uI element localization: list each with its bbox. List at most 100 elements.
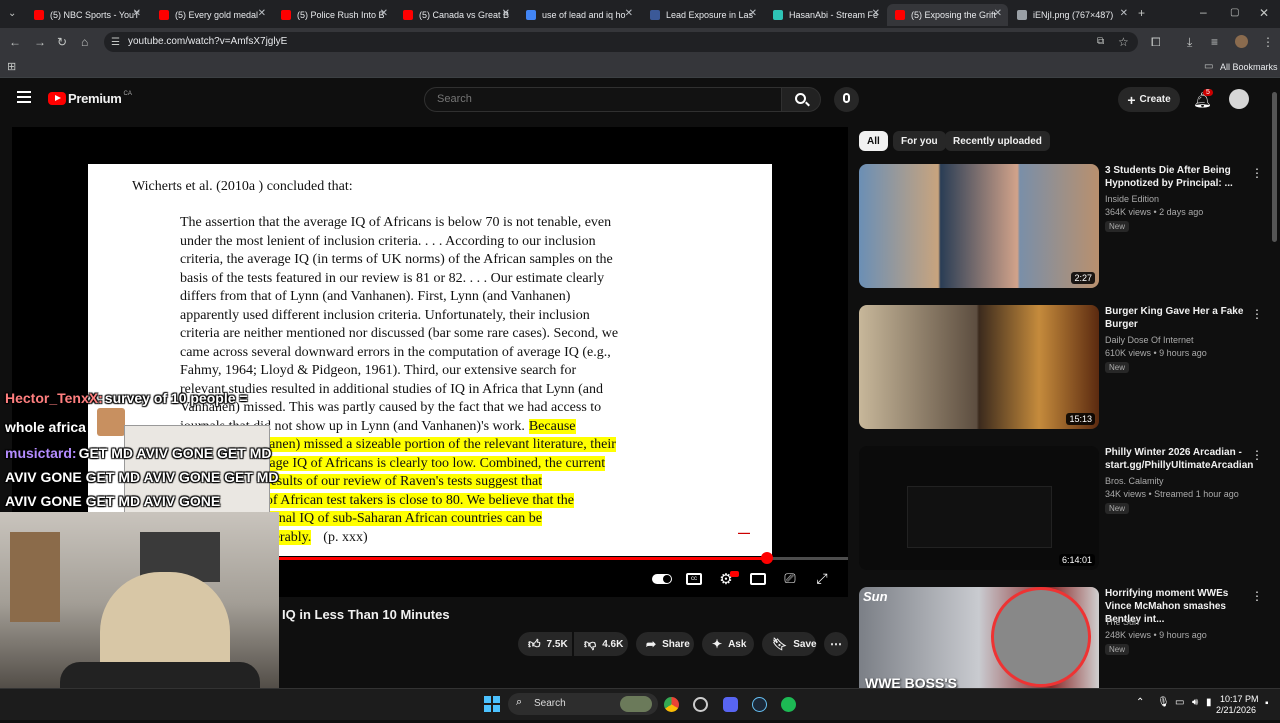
more-actions-button[interactable]: ⋯ — [824, 632, 848, 656]
tray-overflow-icon[interactable]: ⌃ — [1136, 697, 1144, 708]
windows-start-icon[interactable] — [484, 696, 500, 712]
dislike-button[interactable]: 👎︎ 4.6K — [574, 632, 628, 656]
video-menu-icon[interactable]: ⋮ — [1251, 307, 1263, 321]
notification-center-icon[interactable]: ▪ — [1265, 698, 1269, 709]
clock-time[interactable]: 10:17 PM — [1220, 694, 1259, 704]
browser-menu-icon[interactable]: ⋮ — [1262, 36, 1274, 48]
chrome-taskbar-icon[interactable] — [664, 697, 679, 712]
browser-tab[interactable]: HasanAbi - Stream Fe ✕ — [765, 4, 886, 26]
chip-recently-uploaded[interactable]: Recently uploaded — [945, 131, 1050, 151]
battery-tray-icon[interactable]: ▮ — [1206, 697, 1212, 708]
reading-list-icon[interactable]: ≡ — [1211, 36, 1218, 48]
recommended-video-title[interactable]: Philly Winter 2026 Arcadian - start.gg/P… — [1105, 446, 1253, 472]
all-bookmarks-label[interactable]: All Bookmarks — [1220, 62, 1278, 72]
voice-search-button[interactable] — [834, 87, 859, 112]
create-button[interactable]: + Create — [1118, 87, 1180, 112]
site-info-icon[interactable]: ☰ — [111, 37, 120, 49]
tab-close-icon[interactable]: ✕ — [380, 8, 388, 19]
account-avatar[interactable] — [1229, 89, 1249, 109]
clock-date[interactable]: 2/21/2026 — [1216, 705, 1256, 715]
forward-icon[interactable]: → — [34, 36, 46, 48]
volume-tray-icon[interactable]: 🔊︎ — [1192, 697, 1198, 708]
tab-close-icon[interactable]: ✕ — [749, 8, 757, 19]
ask-button[interactable]: ✦ Ask — [702, 632, 754, 656]
extensions-icon[interactable]: ⧠ — [1151, 36, 1161, 48]
tab-close-icon[interactable]: ✕ — [625, 8, 633, 19]
channel-name[interactable]: Inside Edition — [1105, 194, 1159, 204]
browser-tab[interactable]: (5) Every gold medal ✕ — [151, 4, 272, 26]
steam-taskbar-icon[interactable] — [752, 697, 767, 712]
profile-avatar[interactable] — [1235, 35, 1248, 48]
tab-search-icon[interactable]: ⌄ — [8, 8, 16, 20]
recommended-video[interactable]: 15:13 Burger King Gave Her a Fake Burger D… — [859, 305, 1269, 441]
recommended-video[interactable]: 2:27 3 Students Die After Being Hypnotize… — [859, 164, 1269, 300]
browser-tab[interactable]: Lead Exposure in Las ✕ — [642, 4, 763, 26]
tab-close-icon[interactable]: ✕ — [1120, 8, 1128, 19]
video-thumbnail[interactable]: 2:27 — [859, 164, 1099, 288]
youtube-logo[interactable]: Premium CA — [48, 91, 132, 106]
tab-close-icon[interactable]: ✕ — [502, 8, 510, 19]
slide-line: Fahmy, 1964; Lloyd & Pidgeon, 1961). Thi… — [180, 362, 700, 381]
app-taskbar-icon[interactable] — [693, 697, 708, 712]
search-box[interactable] — [424, 87, 782, 112]
video-menu-icon[interactable]: ⋮ — [1251, 166, 1263, 180]
chat-username: Hector_TenxX: — [5, 390, 103, 406]
browser-tab[interactable]: (5) Canada vs Great B ✕ — [395, 4, 516, 26]
apps-grid-icon[interactable]: ⊞ — [7, 61, 16, 73]
download-icon[interactable]: ⤓ — [1187, 36, 1192, 48]
browser-tab[interactable]: iENjI.png (767×487) ✕ — [1009, 4, 1134, 26]
home-icon[interactable]: ⌂ — [81, 36, 88, 48]
thumbs-up-icon: 👍︎ — [528, 636, 541, 651]
tab-close-icon[interactable]: ✕ — [994, 8, 1002, 19]
close-window-icon[interactable]: ✕ — [1259, 7, 1269, 19]
video-menu-icon[interactable]: ⋮ — [1251, 448, 1263, 462]
browser-tab[interactable]: (5) Police Rush Into B ✕ — [273, 4, 394, 26]
video-thumbnail[interactable]: 6:14:01 — [859, 446, 1099, 570]
browser-tab[interactable]: (5) Exposing the Grift ✕ — [887, 4, 1008, 26]
browser-tab[interactable]: (5) NBC Sports - YouT ✕ — [26, 4, 147, 26]
recommended-video[interactable]: 6:14:01 Philly Winter 2026 Arcadian - sta… — [859, 446, 1269, 582]
search-input[interactable] — [437, 93, 767, 105]
discord-taskbar-icon[interactable] — [723, 697, 738, 712]
chip-all[interactable]: All — [859, 131, 888, 151]
like-button[interactable]: 👍︎ 7.5K — [518, 632, 572, 656]
share-button[interactable]: ➦ Share — [636, 632, 694, 656]
bookmark-star-icon[interactable]: ☆ — [1118, 36, 1129, 48]
page-scrollbar[interactable] — [1272, 88, 1277, 678]
fullscreen-icon[interactable]: ⤢ — [812, 570, 832, 588]
hamburger-menu-icon[interactable] — [17, 91, 31, 103]
slide-line: under the most lenient of inclusion crit… — [180, 233, 700, 252]
video-thumbnail[interactable]: 15:13 — [859, 305, 1099, 429]
subtitles-icon[interactable]: cc — [684, 570, 704, 588]
reload-icon[interactable]: ↻ — [57, 36, 67, 48]
recommended-video-title[interactable]: Burger King Gave Her a Fake Burger — [1105, 305, 1245, 331]
install-app-icon[interactable]: ⧉ — [1097, 36, 1104, 48]
autoplay-toggle[interactable] — [652, 570, 672, 588]
new-tab-icon[interactable]: + — [1138, 7, 1145, 19]
minimize-icon[interactable]: – — [1200, 6, 1207, 18]
url-text[interactable]: youtube.com/watch?v=AmfsX7jglyE — [128, 36, 287, 47]
browser-tab[interactable]: use of lead and iq ho ✕ — [518, 4, 639, 26]
slide-citation: (p. xxx) — [323, 529, 368, 545]
tab-close-icon[interactable]: ✕ — [133, 8, 141, 19]
cast-icon[interactable]: ⎚ — [780, 570, 800, 588]
back-icon[interactable]: ← — [9, 36, 21, 48]
channel-name[interactable]: Bros. Calamity — [1105, 476, 1164, 486]
maximize-icon[interactable]: ▢ — [1230, 7, 1239, 19]
create-label: Create — [1139, 94, 1171, 105]
save-button[interactable]: 🔖︎ Save — [762, 632, 817, 656]
video-menu-icon[interactable]: ⋮ — [1251, 589, 1263, 603]
channel-name[interactable]: The Sun — [1105, 617, 1139, 627]
search-button[interactable] — [781, 87, 821, 112]
miniplayer-icon[interactable] — [748, 570, 768, 588]
chip-for-you[interactable]: For you — [893, 131, 946, 151]
mic-tray-icon[interactable]: 🎙︎ — [1157, 697, 1170, 708]
tab-close-icon[interactable]: ✕ — [872, 8, 880, 19]
network-tray-icon[interactable]: ▭ — [1175, 697, 1184, 708]
progress-scrubber[interactable] — [760, 552, 773, 564]
channel-name[interactable]: Daily Dose Of Internet — [1105, 335, 1194, 345]
recommended-video-title[interactable]: 3 Students Die After Being Hypnotized by… — [1105, 164, 1245, 190]
tab-close-icon[interactable]: ✕ — [258, 8, 266, 19]
spotify-taskbar-icon[interactable] — [781, 697, 796, 712]
taskbar-search[interactable]: ⌕ Search — [508, 693, 658, 715]
